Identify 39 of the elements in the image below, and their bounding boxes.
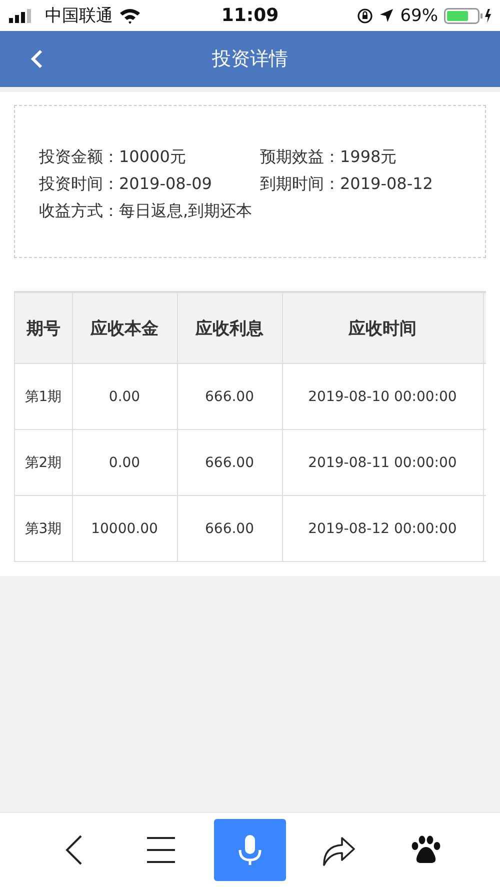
field-label: 到期时间：	[260, 174, 340, 192]
table-cell: 第1期	[15, 364, 72, 430]
field-value: 1998元	[340, 146, 397, 166]
location-arrow-icon	[379, 8, 394, 23]
field-value: 10000元	[119, 146, 186, 166]
field-value: 2019-08-12	[340, 174, 433, 192]
field-label: 收益方式：	[39, 200, 119, 220]
table-cell: 2019-08-11 00:00:00	[282, 430, 483, 496]
field-label: 投资时间：	[39, 174, 119, 192]
microphone-icon	[236, 834, 263, 866]
voice-button[interactable]	[214, 819, 286, 881]
paw-icon	[411, 835, 442, 865]
battery-charging-icon	[444, 8, 492, 24]
menu-icon	[147, 837, 176, 863]
table-cell: 0.00	[72, 430, 177, 496]
battery-percent: 69%	[400, 6, 438, 26]
share-arrow-icon	[322, 834, 356, 866]
field-label: 预期效益：	[260, 146, 340, 166]
column-header: 应收本金	[72, 292, 177, 364]
column-header: 应收利息	[177, 292, 282, 364]
table-cell: 666.00	[177, 430, 282, 496]
rotation-lock-icon	[357, 8, 374, 24]
column-header: 期号	[15, 292, 72, 364]
field-value: 2019-08-09	[119, 174, 212, 192]
back-icon	[30, 49, 44, 69]
field-value: 每日返息,到期还本	[119, 200, 252, 220]
clock-time: 11:09	[220, 5, 280, 26]
table-cell: 2019-08-10 00:00:00	[282, 364, 483, 430]
field-label: 投资金额：	[39, 146, 119, 166]
wifi-icon	[119, 8, 141, 24]
back-button[interactable]	[30, 49, 44, 69]
table-cell: 0.00	[72, 364, 177, 430]
page-title: 投资详情	[212, 47, 288, 72]
table-cell: 第3期	[15, 496, 72, 561]
column-header: 应收时间	[282, 292, 483, 364]
carrier-name: 中国联通	[45, 5, 113, 27]
back-icon	[64, 835, 83, 865]
table-cell: 第2期	[15, 430, 72, 496]
table-cell: 666.00	[177, 364, 282, 430]
